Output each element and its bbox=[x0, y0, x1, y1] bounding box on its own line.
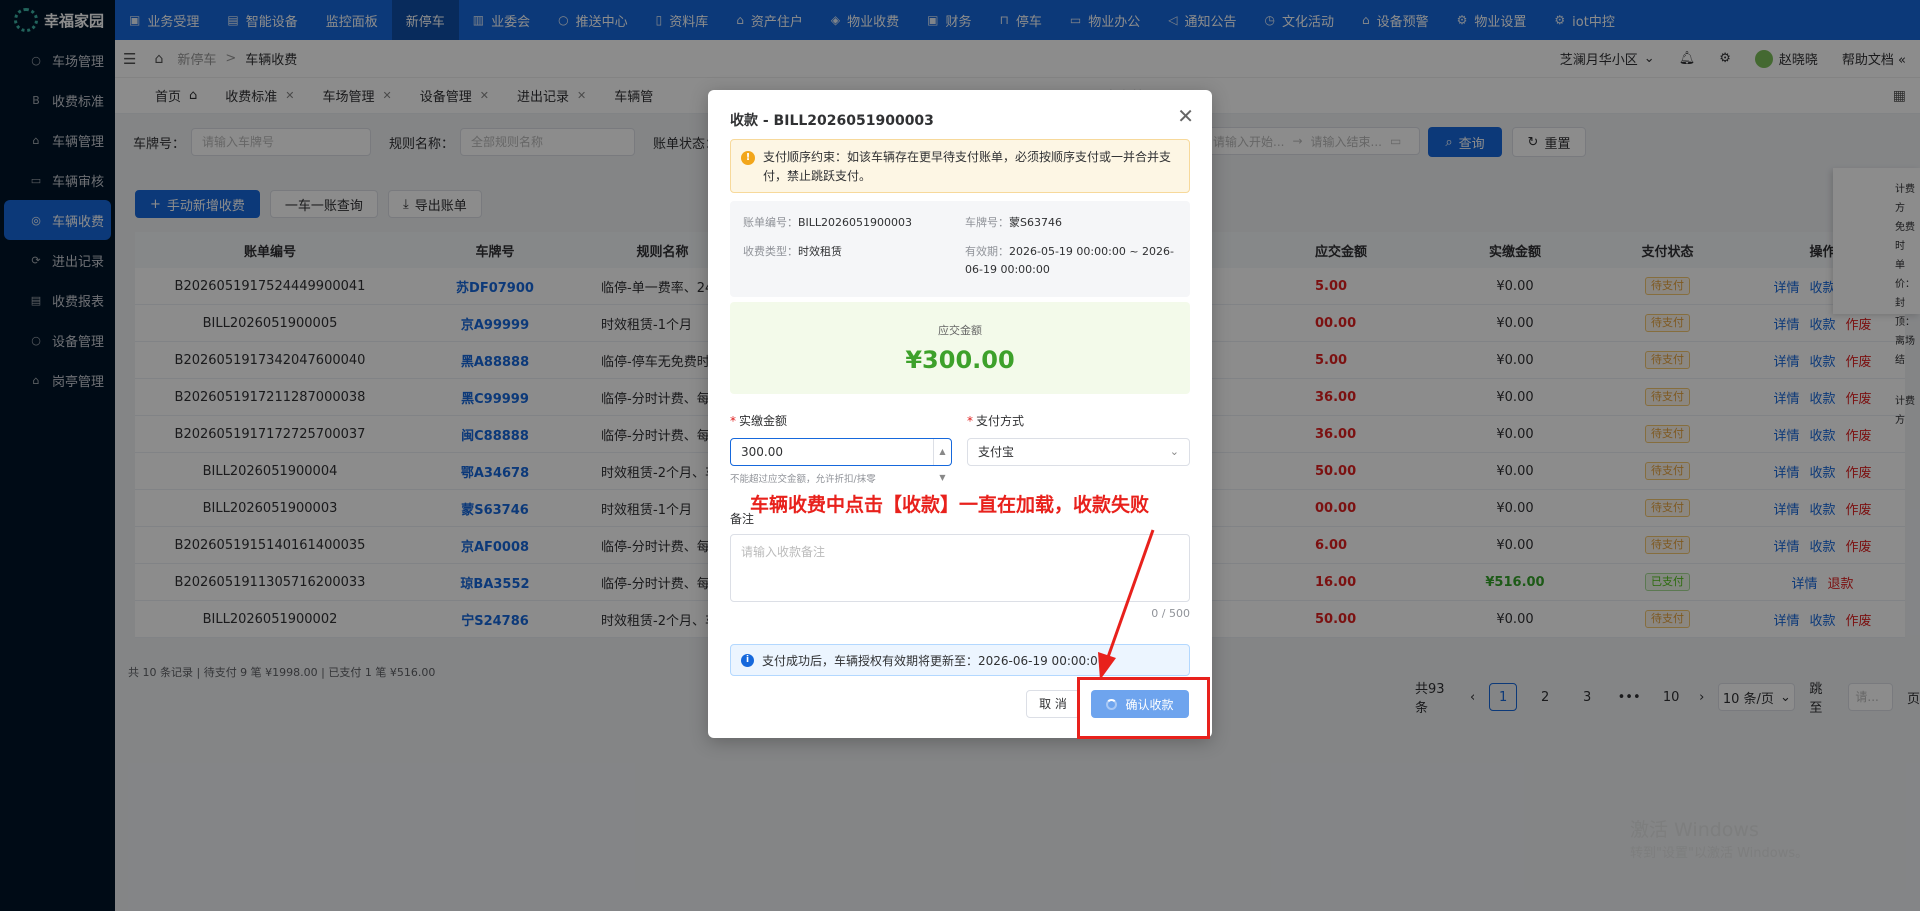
period-field: 有效期：2026-05-19 00:00:00 ~ 2026-06-19 00:… bbox=[965, 243, 1180, 279]
cancel-button[interactable]: 取 消 bbox=[1026, 690, 1080, 718]
validity-notice: i 支付成功后，车辆授权有效期将更新至：2026-06-19 00:00:00 bbox=[730, 644, 1190, 676]
amount-stepper[interactable]: ▲ ▼ bbox=[933, 439, 951, 482]
bill-info: 账单编号：BILL2026051900003 车牌号：蒙S63746 收费类型：… bbox=[730, 201, 1190, 297]
remark-counter: 0 / 500 bbox=[1151, 607, 1190, 620]
due-label: 应交金额 bbox=[938, 324, 982, 337]
chevron-down-icon: ⌄ bbox=[1169, 445, 1179, 458]
plate-field: 车牌号：蒙S63746 bbox=[965, 214, 1062, 232]
remark-textarea[interactable]: 请输入收款备注 bbox=[730, 534, 1190, 602]
field-key: 车牌号： bbox=[965, 216, 1009, 229]
modal-title: 收款 - BILL2026051900003 bbox=[730, 113, 934, 129]
field-key: 账单编号： bbox=[743, 216, 798, 229]
paid-amount-value: 300.00 bbox=[741, 445, 783, 459]
field-value: BILL2026051900003 bbox=[798, 216, 913, 229]
amount-hint: 不能超过应交金额，允许折扣/抹零 bbox=[730, 474, 876, 485]
field-key: 收费类型： bbox=[743, 245, 798, 258]
amount-due-card: 应交金额 ¥300.00 bbox=[730, 302, 1190, 394]
payment-order-warning: ! 支付顺序约束：如该车辆存在更早待支付账单，必须按顺序支付或一并合并支付，禁止… bbox=[730, 139, 1190, 193]
close-icon[interactable]: ✕ bbox=[1177, 104, 1194, 128]
field-key: 有效期： bbox=[965, 245, 1009, 258]
warning-text: 支付顺序约束：如该车辆存在更早待支付账单，必须按顺序支付或一并合并支付，禁止跳跃… bbox=[763, 150, 1172, 183]
payment-modal: 收款 - BILL2026051900003 ✕ ! 支付顺序约束：如该车辆存在… bbox=[708, 90, 1212, 738]
pay-method-select[interactable]: 支付宝 ⌄ bbox=[967, 438, 1190, 466]
bill-no-field: 账单编号：BILL2026051900003 bbox=[743, 214, 912, 232]
watermark-sub: 转到"设置"以激活 Windows。 bbox=[1630, 846, 1809, 861]
windows-activation-watermark: 激活 Windows 转到"设置"以激活 Windows。 bbox=[1630, 815, 1808, 861]
notice-text: 支付成功后，车辆授权有效期将更新至：2026-06-19 00:00:00 bbox=[762, 653, 1106, 668]
watermark-title: 激活 Windows bbox=[1630, 819, 1759, 841]
field-value: 蒙S63746 bbox=[1009, 216, 1062, 229]
warning-icon: ! bbox=[741, 151, 755, 165]
annotation-text: 车辆收费中点击【收款】一直在加载，收款失败 bbox=[750, 494, 1150, 516]
pay-method-label: * 支付方式 bbox=[967, 412, 1024, 429]
label-text: 支付方式 bbox=[976, 414, 1025, 428]
due-amount: ¥300.00 bbox=[905, 346, 1015, 374]
required-mark: * bbox=[730, 414, 736, 428]
increase-icon[interactable]: ▲ bbox=[939, 439, 945, 465]
fee-type-field: 收费类型：时效租赁 bbox=[743, 243, 842, 261]
info-icon: i bbox=[741, 653, 754, 667]
required-mark: * bbox=[967, 414, 973, 428]
label-text: 实缴金额 bbox=[739, 414, 788, 428]
annotation-highlight-box bbox=[1077, 677, 1210, 739]
field-value: 时效租赁 bbox=[798, 245, 842, 258]
paid-amount-label: * 实缴金额 bbox=[730, 412, 787, 429]
paid-amount-input[interactable]: 300.00 ▲ ▼ bbox=[730, 438, 952, 482]
pay-method-value: 支付宝 bbox=[978, 445, 1015, 459]
decrease-icon[interactable]: ▼ bbox=[939, 465, 945, 491]
